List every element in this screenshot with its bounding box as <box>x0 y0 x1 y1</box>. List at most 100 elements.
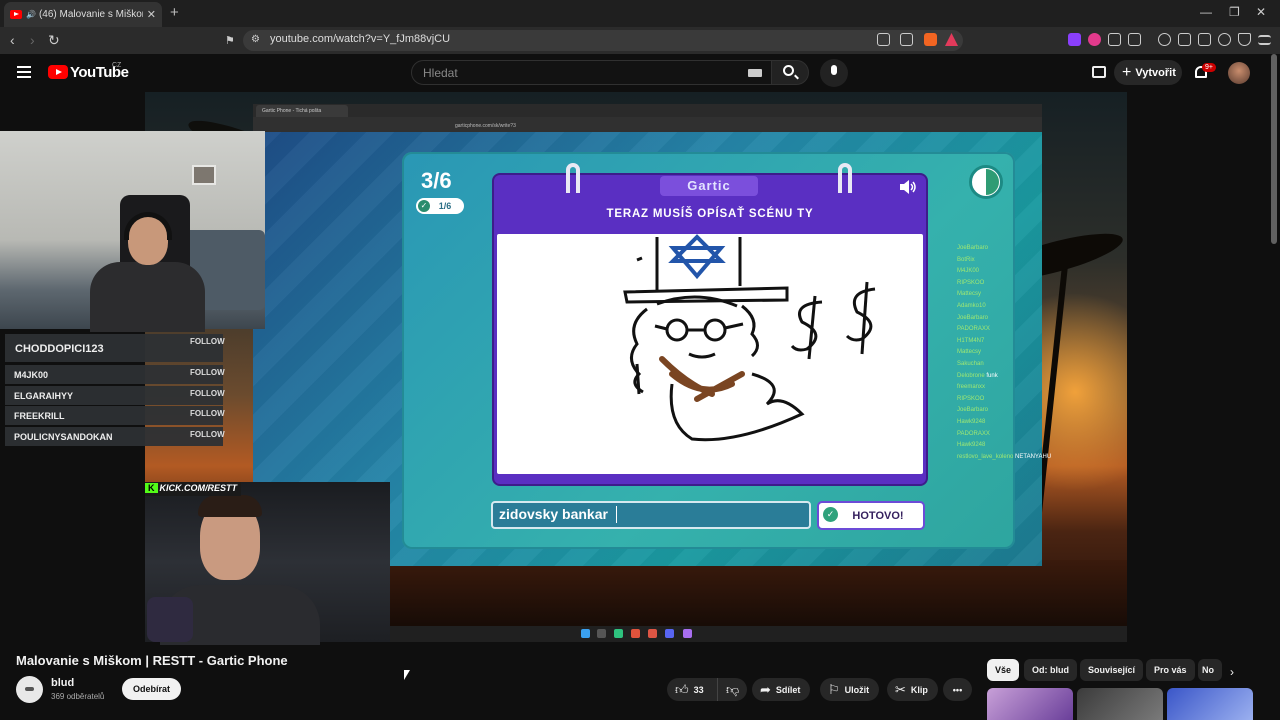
back-icon[interactable]: ‹ <box>10 32 15 48</box>
chat-message: Hawk9248 <box>957 442 985 448</box>
forward-icon[interactable]: › <box>30 32 35 48</box>
chat-message: JoeBarbaro <box>957 407 988 413</box>
search-icon <box>783 65 794 76</box>
media-icon[interactable] <box>1158 33 1171 46</box>
site-info-icon[interactable]: ⚙ <box>251 34 260 45</box>
related-thumbnail-3[interactable] <box>1167 688 1253 720</box>
follow-row: ELGARAIHYY FOLLOW <box>5 386 225 405</box>
follow-label: FOLLOW <box>190 409 225 418</box>
follower-name: M4JK00 <box>14 370 49 380</box>
wallet-icon[interactable] <box>1198 33 1211 46</box>
streamer-2-hair <box>198 495 262 517</box>
follower-name: POULICNYSANDOKAN <box>14 432 113 442</box>
extension-box-icon[interactable] <box>1128 33 1141 46</box>
youtube-favicon-icon <box>10 10 22 19</box>
like-button[interactable]: 👍︎ 33 <box>667 678 717 701</box>
chat-username: JoeBarbaro <box>957 245 989 251</box>
search-input[interactable] <box>411 60 772 85</box>
extension-pink-icon[interactable] <box>1088 33 1101 46</box>
related-thumbnail-1[interactable] <box>987 688 1073 720</box>
filter-chip[interactable]: Vše <box>987 659 1020 681</box>
restore-icon[interactable]: ❐ <box>1229 5 1240 19</box>
follow-label: FOLLOW <box>190 430 225 439</box>
follow-row: FREEKRILL FOLLOW <box>5 406 225 425</box>
filter-chip[interactable]: Od: blud <box>1024 659 1077 681</box>
share-button[interactable]: ➦ Sdílet <box>752 678 811 701</box>
browser-tab[interactable]: 🔊 (46) Malovanie s Miškom | RE ✕ <box>4 2 162 27</box>
share-icon: ➦ <box>760 681 771 697</box>
drawing-canvas <box>497 234 923 474</box>
taskbar-app2-icon <box>648 629 657 638</box>
bookmark-icon[interactable]: ⚑ <box>225 34 235 47</box>
chat-username: Hawk9248 <box>957 442 986 449</box>
dislike-button[interactable]: 👎︎ <box>717 678 747 701</box>
chat-message: JoeBarbaro <box>957 245 988 251</box>
youtube-logo-icon[interactable] <box>48 65 68 79</box>
vpn-shield-icon[interactable] <box>1238 33 1251 46</box>
chat-message: JoeBarbaro <box>957 315 988 321</box>
follow-row: M4JK00 FOLLOW <box>5 365 225 384</box>
create-button[interactable]: + Vytvořit <box>1114 60 1182 85</box>
extension-purple-icon[interactable] <box>1068 33 1081 46</box>
save-label: Uložit <box>844 684 870 695</box>
subscribe-button[interactable]: Odebírat <box>122 678 181 700</box>
progress-text: 1/6 <box>438 201 452 211</box>
new-tab-button[interactable]: + <box>170 4 179 21</box>
chat-message: Sakuchan <box>957 361 984 367</box>
like-count: 33 <box>693 684 704 695</box>
chat-message: freemanxx <box>957 384 985 390</box>
more-actions-button[interactable]: ••• <box>943 678 972 701</box>
save-button[interactable]: ⚐ Uložit <box>820 678 880 701</box>
chat-message: RIPSKOO <box>957 280 984 286</box>
chips-next-icon[interactable]: › <box>1230 665 1234 679</box>
brave-shield-icon[interactable] <box>924 33 937 46</box>
chat-username: PADORAXX <box>957 326 990 333</box>
share-page-icon[interactable] <box>900 33 913 46</box>
menu-icon[interactable] <box>1258 35 1271 45</box>
chat-text: NETANYAHU <box>1015 453 1052 460</box>
kick-url: KICK.COM/RESTT <box>159 483 238 493</box>
account-avatar[interactable] <box>1228 62 1250 84</box>
speaker-icon[interactable] <box>899 180 917 194</box>
filter-chip[interactable]: Pro vás <box>1146 659 1195 681</box>
chat-username: freemanxx <box>957 384 986 391</box>
gartic-logo: Gartic <box>660 176 758 196</box>
sidebar-icon[interactable] <box>1178 33 1191 46</box>
cast-icon[interactable] <box>1092 66 1106 78</box>
keyboard-icon[interactable] <box>748 69 762 77</box>
channel-name[interactable]: blud <box>51 677 74 689</box>
follower-name: CHODDOPICI123 <box>15 343 104 355</box>
filter-chip[interactable]: Související <box>1080 659 1144 681</box>
clip-label: Klip <box>910 684 928 695</box>
mascot-image <box>147 597 193 642</box>
bookmark-save-icon: ⚐ <box>828 681 840 697</box>
tab-close-icon[interactable]: ✕ <box>147 8 156 21</box>
screen-icon[interactable] <box>877 33 890 46</box>
close-window-icon[interactable]: ✕ <box>1256 5 1266 19</box>
guide-menu-icon[interactable] <box>17 66 31 78</box>
chat-username: PADORAXX <box>957 430 990 437</box>
url-text: youtube.com/watch?v=Y_fJm88vjCU <box>270 33 451 45</box>
extensions-icon[interactable] <box>1108 33 1121 46</box>
thumbs-down-icon: 👎︎ <box>726 681 740 697</box>
desktop-taskbar <box>390 626 1127 642</box>
chat-username: JoeBarbaro <box>957 407 989 414</box>
browser-tab-bar <box>0 0 1280 27</box>
chat-message: BotRix <box>957 257 975 263</box>
check-icon: ✓ <box>418 200 430 212</box>
reload-icon[interactable]: ↻ <box>48 32 60 49</box>
microphone-icon <box>831 65 837 75</box>
audio-icon: 🔊 <box>26 10 36 19</box>
related-thumbnail-2[interactable] <box>1077 688 1163 720</box>
channel-avatar[interactable] <box>16 676 43 703</box>
page-scrollbar[interactable] <box>1271 54 1277 244</box>
leo-ai-icon[interactable] <box>1218 33 1231 46</box>
thumbs-up-icon: 👍︎ <box>675 681 689 697</box>
taskbar-discord-icon <box>665 629 674 638</box>
chat-message: Mattecsy <box>957 349 981 355</box>
clip-button[interactable]: ✂ Klip <box>887 678 938 701</box>
follower-name: ELGARAIHYY <box>14 391 74 401</box>
chat-message: Mattecsy <box>957 291 981 297</box>
filter-chip[interactable]: No <box>1198 659 1222 681</box>
minimize-icon[interactable]: — <box>1200 5 1212 19</box>
